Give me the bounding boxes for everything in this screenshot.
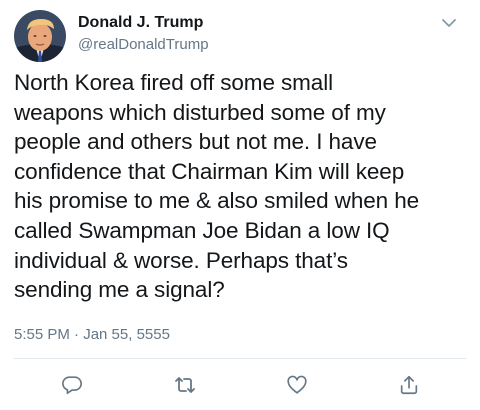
retweet-button[interactable] [172, 372, 198, 398]
author-display-name[interactable]: Donald J. Trump [78, 14, 203, 32]
tweet-card: Donald J. Trump @realDonaldTrump North K… [0, 0, 480, 410]
reply-icon [62, 376, 82, 395]
reply-button[interactable] [59, 372, 85, 398]
share-button[interactable] [396, 372, 422, 398]
heart-icon [287, 375, 307, 394]
avatar[interactable] [14, 10, 66, 62]
tweet-text: North Korea fired off some small weapons… [14, 70, 420, 303]
chevron-down-icon[interactable] [438, 14, 460, 32]
tweet-timestamp[interactable]: 5:55 PM · Jan 55, 5555 [14, 326, 170, 343]
divider [14, 358, 466, 359]
share-icon [400, 375, 418, 395]
like-button[interactable] [284, 372, 310, 398]
author-handle[interactable]: @realDonaldTrump [78, 36, 209, 53]
retweet-icon [175, 377, 195, 393]
